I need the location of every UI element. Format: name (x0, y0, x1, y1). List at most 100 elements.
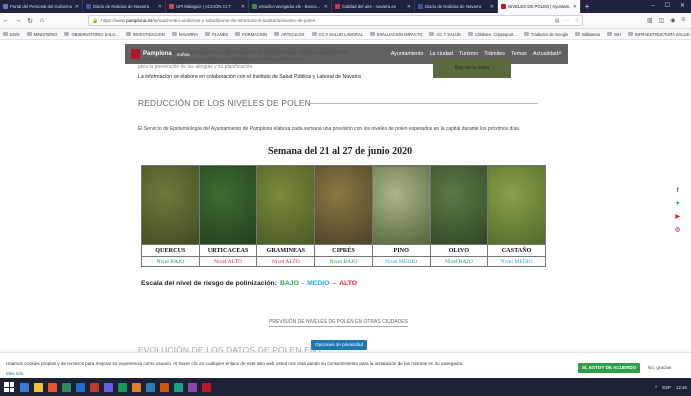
window-controls: – ☐ ✕ (651, 0, 691, 13)
other-cities-link[interactable]: PREVISIÓN DE NIVELES DE POLEN EN OTRAS C… (269, 319, 408, 327)
nav-item-la-ciudad[interactable]: La ciudad (430, 51, 453, 57)
library-icon[interactable]: ▥ (647, 17, 653, 24)
bookmark-label: Traductor de Google (530, 31, 569, 37)
bookmark-label: Chlöbien. Criptosport... (474, 31, 517, 37)
bookmark-item[interactable]: DWS (3, 32, 20, 37)
tray-item[interactable]: ESP (662, 385, 671, 390)
menu-icon[interactable]: ≡ (681, 17, 685, 24)
nav-item-actualidad[interactable]: Actualidad (533, 51, 558, 57)
reader-icon[interactable]: ▤ (555, 18, 560, 24)
forward-icon[interactable]: → (12, 17, 24, 24)
taskbar-app-icon[interactable] (104, 382, 113, 392)
home-icon[interactable]: ⌂ (36, 17, 48, 24)
folder-icon (235, 32, 241, 36)
bookmark-item[interactable]: INFRAESTRUCTURA SALUD (627, 32, 690, 37)
pollen-level-row: Nivel BAJO Nivel ALTO Nivel ALTO Nivel BAJO… (141, 256, 546, 267)
tab-close-icon[interactable]: ✕ (573, 4, 577, 10)
youtube-icon[interactable]: ▶ (675, 213, 680, 220)
tab-close-icon[interactable]: ✕ (75, 4, 79, 10)
decline-cookies-button[interactable]: No, gracias (648, 365, 671, 370)
taskbar-app-icon[interactable] (132, 382, 141, 392)
nav-item-tr-mites[interactable]: Trámites (484, 51, 505, 57)
folder-icon (467, 32, 473, 36)
taskbar-app-icon[interactable] (62, 382, 71, 392)
bookmark-item[interactable]: WH (606, 32, 621, 37)
taskbar-app-icon[interactable] (48, 382, 57, 392)
taskbar-app-icon[interactable] (174, 382, 183, 392)
browser-tab[interactable]: Calidad del aire - navarra.es ✕ (332, 0, 415, 13)
tab-close-icon[interactable]: ✕ (490, 4, 494, 10)
bookmark-item[interactable]: EVALUACION IMPACTO (369, 32, 422, 37)
pollen-table: QUERCUS URTICACEAS GRAMINEAS CIPRÉS PINO OLIV… (141, 165, 546, 267)
scale-label: Escala del nivel de riesgo de polinizaci… (141, 280, 277, 287)
bookmark-item[interactable]: ARTICULOS (274, 32, 305, 37)
extension-icon[interactable]: ◉ (670, 17, 675, 24)
new-tab-button[interactable]: + (581, 0, 593, 13)
bookmark-star-icon[interactable]: ☆ (575, 18, 579, 24)
tab-close-icon[interactable]: ✕ (241, 4, 245, 10)
pollen-level: Nivel BAJO (141, 256, 200, 267)
bookmark-label: OBSERVATORIO SALU... (71, 31, 119, 37)
sidebar-icon[interactable]: ◫ (659, 17, 665, 24)
taskbar-app-icon[interactable] (76, 382, 85, 392)
bookmark-item[interactable]: CC Y SALUD (429, 32, 461, 37)
maximize-icon[interactable]: ☐ (665, 0, 670, 13)
bookmark-item[interactable]: Traductor de Google (523, 31, 569, 37)
browser-tab[interactable]: Diario de Noticias de Navarra ✕ (415, 0, 498, 13)
nav-item-turismo[interactable]: Turismo (459, 51, 478, 57)
bookmark-item[interactable]: INVESTIGACION (125, 32, 165, 37)
tab-close-icon[interactable]: ✕ (407, 4, 411, 10)
bookmark-item[interactable]: Biblioteca (575, 32, 600, 37)
taskbar-app-icon[interactable] (160, 382, 169, 392)
taskbar-app-icon[interactable] (202, 382, 211, 392)
tab-close-icon[interactable]: ✕ (324, 4, 328, 10)
tray-item[interactable]: 12:46 (676, 385, 687, 390)
tab-label: Portal del Personal del Gobierno d... (10, 4, 73, 9)
search-icon[interactable]: ⌕ (558, 50, 562, 58)
taskbar-app-icon[interactable] (34, 382, 43, 392)
taskbar-app-icon[interactable] (20, 382, 29, 392)
taskbar-app-icon[interactable] (118, 382, 127, 392)
bookmark-item[interactable]: Chlöbien. Criptosport... (467, 31, 517, 37)
instagram-icon[interactable]: ◎ (675, 226, 680, 233)
taskbar-app-icon[interactable] (188, 382, 197, 392)
tray-item[interactable]: ^ (655, 385, 657, 390)
privacy-options-button[interactable]: Opciones de privacidad (311, 340, 368, 350)
bookmark-item[interactable]: MINISTERIO (26, 32, 57, 37)
back-icon[interactable]: ← (0, 17, 12, 24)
bookmark-item[interactable]: FORMACION (235, 32, 267, 37)
browser-tab[interactable]: Diario de Noticias de Navarra ✕ (83, 0, 166, 13)
taskbar-app-icon[interactable] (90, 382, 99, 392)
taskbar-apps (20, 382, 216, 392)
browser-tab[interactable]: UPI Malaguiz | ACCIÓN CI.T ✕ (166, 0, 249, 13)
accept-cookies-button[interactable]: SÍ, ESTOY DE ACUERDO (578, 363, 641, 373)
browser-tab[interactable]: estudio-navegador.xls - Busca... ✕ (249, 0, 332, 13)
address-bar[interactable]: 🔒 https://www.pamplona.es/temas/medio-am… (88, 15, 583, 26)
minimize-icon[interactable]: – (651, 0, 654, 13)
bookmark-item[interactable]: PLANES (204, 32, 228, 37)
nav-item-temas[interactable]: Temas (511, 51, 527, 57)
bookmark-item[interactable]: NAVARRA (171, 32, 198, 37)
site-logo[interactable]: Pamplona Iruñea (131, 49, 190, 59)
reload-icon[interactable]: ↻ (24, 17, 36, 25)
start-menu-icon[interactable] (4, 382, 14, 392)
browser-tab[interactable]: NIVELES DE POLEN | Ayuntam... ✕ (498, 0, 581, 13)
bookmark-item[interactable]: CC Y SALUD LABORAL (311, 32, 363, 37)
browser-toolbar: ← → ↻ ⌂ 🔒 https://www.pamplona.es/temas/… (0, 13, 691, 29)
close-icon[interactable]: ✕ (680, 0, 685, 13)
nav-item-ayuntamiento[interactable]: Ayuntamiento (391, 51, 424, 57)
browser-tab[interactable]: Portal del Personal del Gobierno d... ✕ (0, 0, 83, 13)
tab-close-icon[interactable]: ✕ (158, 4, 162, 10)
facebook-icon[interactable]: f (677, 188, 679, 194)
taskbar-app-icon[interactable] (146, 382, 155, 392)
more-icon[interactable]: ··· (565, 18, 570, 24)
pollen-photo (314, 165, 373, 245)
main-nav: Ayuntamiento La ciudad Turismo Trámites Tema… (391, 51, 558, 57)
intro-line: para la prevención de las alergias y su … (138, 64, 254, 70)
cookie-more-info-link[interactable]: Más info (6, 371, 23, 376)
pollen-level: Nivel ALTO (256, 256, 316, 267)
twitter-icon[interactable]: ✦ (675, 200, 680, 207)
bookmark-item[interactable]: OBSERVATORIO SALU... (64, 31, 119, 37)
promo-banner[interactable]: Bay en tu zona (433, 58, 511, 78)
tab-favicon-icon (169, 4, 174, 9)
